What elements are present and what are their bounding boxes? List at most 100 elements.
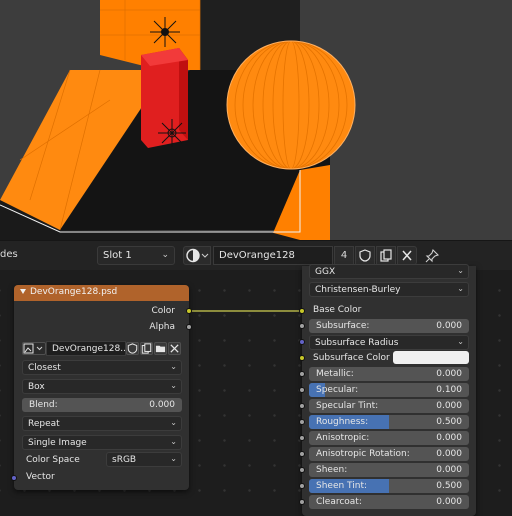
input-socket[interactable] xyxy=(299,451,305,457)
slider-value: 0.000 xyxy=(436,433,462,443)
input-socket[interactable] xyxy=(299,467,305,473)
subsurface-color-row: Subsurface Color xyxy=(309,351,469,365)
source-dropdown[interactable]: Single Image ⌄ xyxy=(22,435,182,450)
slider-label: Sheen Tint: xyxy=(316,481,368,491)
slider-value: 0.000 xyxy=(436,449,462,459)
slider-label: Anisotropic Rotation: xyxy=(316,449,410,459)
color-space-dropdown[interactable]: sRGB ⌄ xyxy=(106,452,182,467)
color-swatch[interactable] xyxy=(393,351,469,364)
interpolation-dropdown[interactable]: Closest ⌄ xyxy=(22,360,182,375)
fake-user-shield-icon xyxy=(127,343,138,354)
chevron-down-icon: ⌄ xyxy=(170,381,177,390)
slider-value: 0.000 xyxy=(436,465,462,475)
image-open-button[interactable] xyxy=(154,342,167,355)
output-color-label: Color xyxy=(151,306,176,316)
input-socket[interactable] xyxy=(299,339,305,345)
chevron-down-icon: ⌄ xyxy=(170,362,177,371)
input-socket[interactable] xyxy=(299,323,305,329)
input-socket[interactable] xyxy=(299,499,305,505)
image-texture-node[interactable]: DevOrange128.psd Color Alpha DevOrange12… xyxy=(11,285,192,490)
blend-slider[interactable]: Blend: 0.000 xyxy=(22,398,182,412)
projection-dropdown[interactable]: Box ⌄ xyxy=(22,379,182,394)
bsdf-slider[interactable]: Sheen Tint: 0.500 xyxy=(309,479,469,493)
editor-type-label[interactable]: des xyxy=(0,249,18,260)
bsdf-slider[interactable]: Sheen: 0.000 xyxy=(309,463,469,477)
slider-label: Anisotropic: xyxy=(316,433,370,443)
pin-button[interactable] xyxy=(424,248,440,264)
bsdf-slider[interactable]: Clearcoat: 0.000 xyxy=(309,495,469,509)
user-count: 4 xyxy=(340,250,348,261)
interpolation-value: Closest xyxy=(28,363,61,373)
slot-label: Slot 1 xyxy=(103,250,132,261)
duplicate-material-button[interactable] xyxy=(376,246,396,265)
output-alpha-socket[interactable] xyxy=(186,324,192,330)
image-node-title: DevOrange128.psd xyxy=(30,287,118,297)
image-name: DevOrange128... xyxy=(52,344,126,354)
slider-value: 0.000 xyxy=(436,321,462,331)
row-label: Subsurface Radius xyxy=(315,338,399,348)
slider-label: Roughness: xyxy=(316,417,369,427)
slider-label: Metallic: xyxy=(316,369,354,379)
input-socket[interactable] xyxy=(299,483,305,489)
image-name-field[interactable]: DevOrange128... xyxy=(46,341,126,356)
extension-dropdown[interactable]: Repeat ⌄ xyxy=(22,416,182,431)
slider-label: Specular Tint: xyxy=(316,401,379,411)
input-socket[interactable] xyxy=(299,387,305,393)
unlink-material-button[interactable] xyxy=(397,246,417,265)
slider-value: 0.000 xyxy=(436,401,462,411)
orange-sphere xyxy=(227,41,355,169)
distribution-dropdown[interactable]: GGX ⌄ xyxy=(309,264,469,279)
image-unlink-button[interactable] xyxy=(168,342,181,355)
chevron-down-icon: ⌄ xyxy=(170,437,177,446)
input-vector-label: Vector xyxy=(26,472,55,482)
slot-dropdown[interactable]: Slot 1 ⌄ xyxy=(97,246,175,265)
chevron-down-icon: ⌄ xyxy=(161,250,169,260)
bsdf-slider[interactable]: Anisotropic Rotation: 0.000 xyxy=(309,447,469,461)
node-editor-canvas[interactable]: DevOrange128.psd Color Alpha DevOrange12… xyxy=(0,264,512,516)
principled-bsdf-node[interactable]: GGX ⌄ Christensen-Burley ⌄ Base Color Su… xyxy=(299,264,476,516)
bsdf-slider[interactable]: Metallic: 0.000 xyxy=(309,367,469,381)
slider-value: 0.500 xyxy=(436,417,462,427)
slider-value: 0.000 xyxy=(436,369,462,379)
output-alpha-label: Alpha xyxy=(149,322,175,332)
chevron-down-icon: ⌄ xyxy=(457,284,464,293)
duplicate-icon xyxy=(141,343,152,354)
bsdf-slider[interactable]: Anisotropic: 0.000 xyxy=(309,431,469,445)
image-icon xyxy=(23,343,43,354)
unlink-x-icon xyxy=(402,250,412,261)
bsdf-slider[interactable]: Subsurface: 0.000 xyxy=(309,319,469,333)
input-vector-socket[interactable] xyxy=(11,475,17,481)
image-duplicate-button[interactable] xyxy=(140,342,153,355)
image-fake-user-button[interactable] xyxy=(126,342,139,355)
bsdf-slider[interactable]: Specular Tint: 0.000 xyxy=(309,399,469,413)
chevron-down-icon: ⌄ xyxy=(170,454,177,463)
bsdf-slider[interactable]: Roughness: 0.500 xyxy=(309,415,469,429)
slider-label: Subsurface: xyxy=(316,321,370,331)
unlink-x-icon xyxy=(170,344,179,353)
input-socket[interactable] xyxy=(299,403,305,409)
input-socket[interactable] xyxy=(299,371,305,377)
chevron-down-icon: ⌄ xyxy=(457,266,464,275)
fake-user-button[interactable] xyxy=(355,246,375,265)
row-label: Subsurface Color xyxy=(313,353,390,363)
blend-value: 0.000 xyxy=(149,400,175,410)
subsurface-method-dropdown[interactable]: Christensen-Burley ⌄ xyxy=(309,282,469,297)
bsdf-slider[interactable]: Specular: 0.100 xyxy=(309,383,469,397)
image-browse-button[interactable] xyxy=(22,342,46,355)
3d-viewport[interactable] xyxy=(0,0,512,240)
output-color-socket[interactable] xyxy=(186,308,192,314)
input-socket[interactable] xyxy=(299,355,305,361)
slider-label: Sheen: xyxy=(316,465,348,475)
slider-label: Clearcoat: xyxy=(316,497,362,507)
extension-value: Repeat xyxy=(28,419,60,429)
input-base-color-socket[interactable] xyxy=(299,308,305,314)
image-node-header[interactable]: DevOrange128.psd xyxy=(14,285,189,301)
material-browse-button[interactable] xyxy=(183,246,211,265)
input-socket[interactable] xyxy=(299,419,305,425)
input-socket[interactable] xyxy=(299,435,305,441)
subsurface-radius-dropdown[interactable]: Subsurface Radius ⌄ xyxy=(309,335,469,350)
collapse-arrow-icon[interactable] xyxy=(20,289,26,294)
user-count-button[interactable]: 4 xyxy=(334,246,354,265)
material-sphere-icon xyxy=(186,248,209,263)
material-name-field[interactable]: DevOrange128 xyxy=(213,246,333,265)
